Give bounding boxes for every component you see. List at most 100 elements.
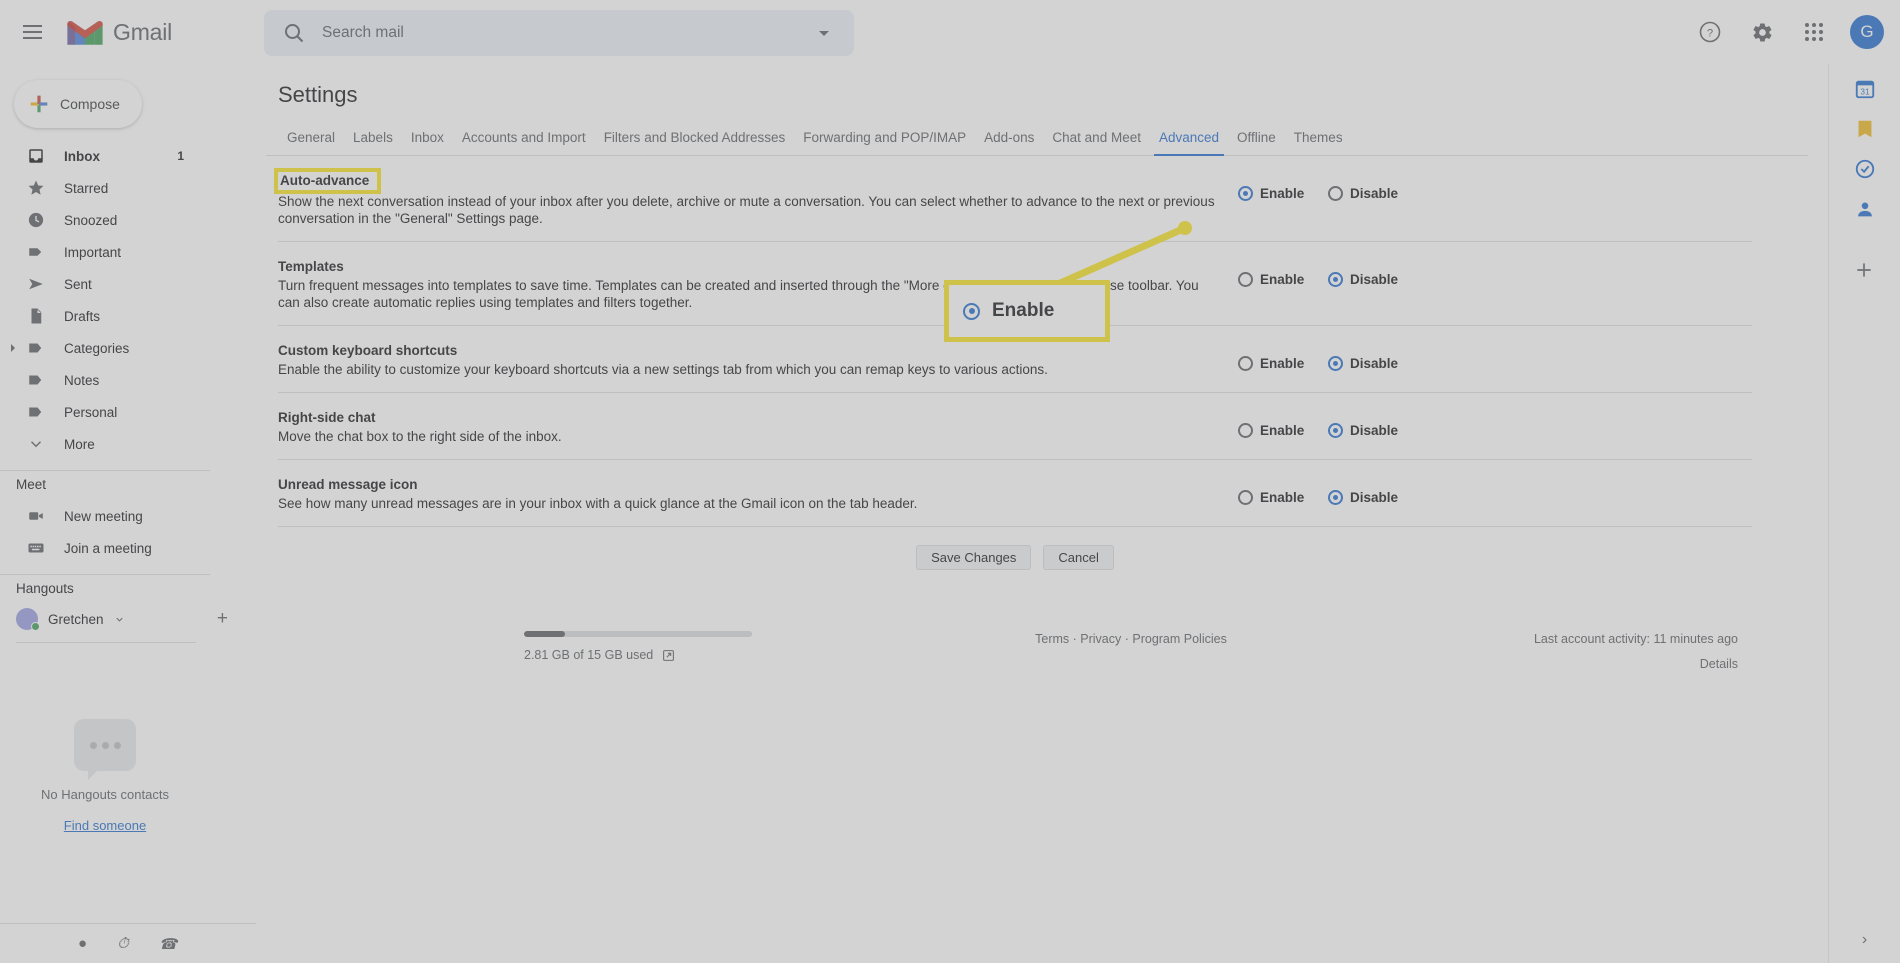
setting-text: Unread message icon See how many unread … [278, 476, 1238, 512]
tab-accounts-and-import[interactable]: Accounts and Import [453, 130, 595, 155]
sidebar-item-label: Notes [64, 372, 100, 388]
compose-label: Compose [60, 96, 120, 112]
settings-actions: Save Changes Cancel [278, 527, 1752, 570]
radio-enable[interactable] [1238, 186, 1253, 201]
sidebar-item-label: Inbox [64, 148, 100, 164]
radio-disable[interactable] [1328, 356, 1343, 371]
radio-option-enable[interactable]: Enable [1238, 490, 1318, 505]
help-icon[interactable]: ? [1686, 8, 1734, 56]
tab-forwarding-and-pop-imap[interactable]: Forwarding and POP/IMAP [794, 130, 975, 155]
sidebar-item-drafts[interactable]: Drafts [0, 300, 256, 332]
chevron-down-icon[interactable] [114, 614, 125, 625]
tab-filters-and-blocked-addresses[interactable]: Filters and Blocked Addresses [595, 130, 795, 155]
tab-general[interactable]: General [278, 130, 344, 155]
sidebar-item-starred[interactable]: Starred [0, 172, 256, 204]
chevron-right-icon[interactable] [8, 343, 18, 353]
radio-option-disable[interactable]: Disable [1328, 423, 1408, 438]
setting-title-auto-advance: Auto-advance [273, 168, 382, 194]
radio-option-enable[interactable]: Enable [1238, 423, 1318, 438]
settings-gear-icon[interactable] [1738, 8, 1786, 56]
tab-inbox[interactable]: Inbox [402, 130, 453, 155]
radio-option-disable[interactable]: Disable [1328, 186, 1408, 201]
tab-labels[interactable]: Labels [344, 130, 402, 155]
radio-enable[interactable] [1238, 356, 1253, 371]
clock-status-icon[interactable]: ⏱ [117, 935, 129, 952]
search-input[interactable] [320, 23, 812, 43]
sidebar-item-more[interactable]: More [0, 428, 256, 460]
sidebar-item-personal[interactable]: Personal [0, 396, 256, 428]
folder-list: Inbox 1 Starred Snoozed Important Sent D… [0, 140, 256, 460]
sidebar-item-label: More [64, 436, 95, 452]
radio-option-enable[interactable]: Enable [1238, 356, 1318, 371]
star-icon [26, 178, 46, 198]
sidebar-item-inbox[interactable]: Inbox 1 [0, 140, 256, 172]
setting-text: Auto-advance Show the next conversation … [273, 168, 1238, 227]
svg-text:31: 31 [1860, 88, 1870, 97]
status-dot-icon[interactable]: ● [78, 935, 87, 952]
compose-button[interactable]: Compose [14, 80, 142, 128]
setting-text: Custom keyboard shortcuts Enable the abi… [278, 342, 1238, 378]
storage-usage-text: 2.81 GB of 15 GB used [524, 648, 654, 662]
sidebar-item-snoozed[interactable]: Snoozed [0, 204, 256, 236]
radio-enable[interactable] [1238, 490, 1253, 505]
plus-icon[interactable]: + [217, 608, 228, 630]
callout-radio-enable-icon [963, 302, 980, 320]
gmail-logo[interactable]: Gmail [64, 16, 172, 48]
meet-section-title: Meet [16, 477, 47, 492]
sidebar-item-new-meeting[interactable]: New meeting [0, 500, 256, 532]
sidebar-item-categories[interactable]: Categories [0, 332, 256, 364]
cancel-button[interactable]: Cancel [1043, 545, 1114, 570]
add-addon-icon[interactable] [1854, 260, 1876, 282]
setting-row-auto-advance: Auto-advance Show the next conversation … [273, 156, 1752, 242]
sidebar-item-important[interactable]: Important [0, 236, 256, 268]
radio-disable[interactable] [1328, 272, 1343, 287]
external-link-icon[interactable] [662, 649, 675, 662]
tag-icon [26, 338, 46, 358]
sidebar-item-label: Join a meeting [64, 540, 152, 556]
radio-enable[interactable] [1238, 272, 1253, 287]
radio-disable[interactable] [1328, 186, 1343, 201]
sidebar-item-join-meeting[interactable]: Join a meeting [0, 532, 256, 564]
search-bar[interactable] [264, 10, 854, 56]
tab-advanced[interactable]: Advanced [1150, 130, 1228, 156]
google-apps-grid-icon[interactable] [1790, 8, 1838, 56]
account-avatar[interactable]: G [1850, 15, 1884, 49]
expand-side-panel-icon[interactable]: › [1862, 931, 1867, 949]
chat-status-bar: ● ⏱ ☎ [0, 923, 256, 963]
find-someone-link[interactable]: Find someone [0, 818, 210, 833]
tab-chat-and-meet[interactable]: Chat and Meet [1043, 130, 1150, 155]
google-keep-icon[interactable] [1854, 118, 1876, 140]
setting-description: Enable the ability to customize your key… [278, 362, 1048, 377]
phone-icon[interactable]: ☎ [159, 935, 178, 953]
tab-offline[interactable]: Offline [1228, 130, 1285, 155]
google-contacts-icon[interactable] [1854, 198, 1876, 220]
radio-option-disable[interactable]: Disable [1328, 490, 1408, 505]
keyboard-icon [26, 538, 46, 558]
save-changes-button[interactable]: Save Changes [916, 545, 1032, 570]
radio-option-disable[interactable]: Disable [1328, 356, 1408, 371]
google-tasks-icon[interactable] [1854, 158, 1876, 180]
chevron-down-icon[interactable] [812, 21, 836, 45]
radio-option-disable[interactable]: Disable [1328, 272, 1408, 287]
sidebar-item-sent[interactable]: Sent [0, 268, 256, 300]
tab-themes[interactable]: Themes [1285, 130, 1352, 155]
radio-enable-label: Enable [1260, 186, 1305, 201]
tab-add-ons[interactable]: Add-ons [975, 130, 1043, 155]
tag-icon [26, 370, 46, 390]
inbox-icon [26, 146, 46, 166]
radio-disable[interactable] [1328, 423, 1343, 438]
setting-title-custom-keyboard-shortcuts: Custom keyboard shortcuts [278, 343, 458, 358]
radio-enable[interactable] [1238, 423, 1253, 438]
radio-group-unread-message-icon: Enable Disable [1238, 476, 1408, 505]
hangouts-user-row[interactable]: Gretchen + [0, 604, 256, 634]
sidebar-divider-2 [0, 574, 210, 575]
radio-disable-label: Disable [1350, 490, 1399, 505]
radio-option-enable[interactable]: Enable [1238, 186, 1318, 201]
details-link[interactable]: Details [1534, 657, 1738, 671]
sidebar-item-notes[interactable]: Notes [0, 364, 256, 396]
main-menu-icon[interactable] [8, 8, 56, 56]
google-calendar-icon[interactable]: 31 [1854, 78, 1876, 100]
radio-disable[interactable] [1328, 490, 1343, 505]
radio-option-enable[interactable]: Enable [1238, 272, 1318, 287]
radio-disable-label: Disable [1350, 423, 1399, 438]
